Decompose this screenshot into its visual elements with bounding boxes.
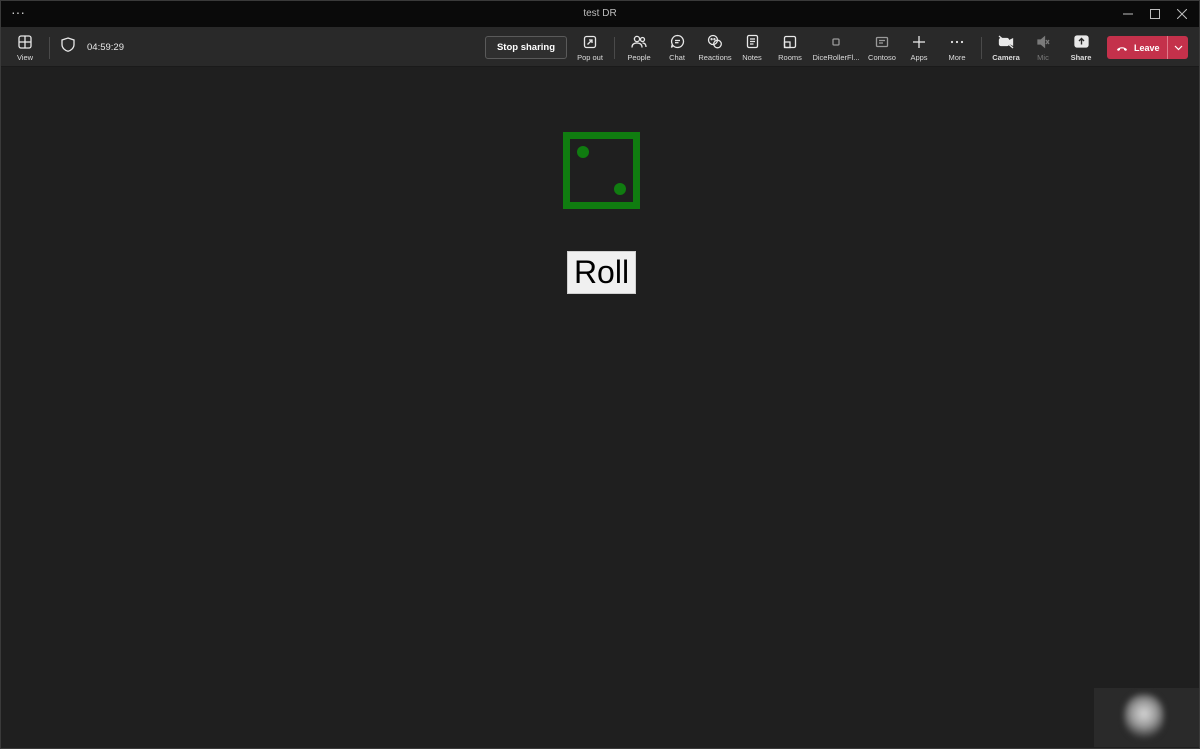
dice-face-two-icon — [563, 132, 640, 209]
camera-off-icon — [997, 33, 1015, 51]
mic-label: Mic — [1037, 52, 1049, 62]
pop-out-button[interactable]: Pop out — [574, 27, 606, 67]
maximize-button[interactable] — [1141, 1, 1168, 27]
pop-out-icon — [581, 33, 599, 51]
app-icon — [827, 33, 845, 51]
reactions-label: Reactions — [698, 52, 732, 62]
toolbar-divider — [49, 37, 50, 59]
apps-label: Apps — [910, 52, 928, 62]
chevron-down-icon — [1174, 45, 1182, 50]
leave-options-dropdown[interactable] — [1168, 36, 1188, 59]
grid-view-icon — [16, 33, 34, 51]
reactions-button[interactable]: Reactions — [697, 27, 733, 67]
notes-button[interactable]: Notes — [738, 27, 766, 67]
camera-label: Camera — [992, 52, 1020, 62]
contoso-app-button[interactable]: Contoso — [865, 27, 899, 67]
share-label: Share — [1070, 52, 1092, 62]
window-controls — [1114, 1, 1195, 27]
plus-icon — [910, 33, 928, 51]
view-label: View — [16, 52, 34, 62]
dice-roller-app-label: DiceRollerFl... — [812, 52, 860, 62]
minimize-icon — [1122, 13, 1133, 15]
meeting-timer: 04:59:29 — [61, 27, 124, 67]
people-icon — [630, 33, 648, 51]
view-button[interactable]: View — [10, 27, 40, 67]
self-video-blur — [1124, 694, 1164, 738]
chat-button[interactable]: Chat — [662, 27, 692, 67]
contoso-label: Contoso — [868, 52, 896, 62]
people-button[interactable]: People — [624, 27, 654, 67]
minimize-button[interactable] — [1114, 1, 1141, 27]
rooms-label: Rooms — [778, 52, 802, 62]
contoso-icon — [873, 33, 891, 51]
toolbar-divider — [981, 37, 982, 59]
share-button[interactable]: Share — [1066, 27, 1096, 67]
close-button[interactable] — [1168, 1, 1195, 27]
maximize-icon — [1149, 9, 1160, 19]
more-options-icon[interactable]: ··· — [11, 4, 25, 20]
title-bar: ··· test DR — [1, 1, 1199, 27]
hang-up-icon — [1116, 39, 1128, 57]
self-video-preview[interactable] — [1094, 688, 1199, 747]
camera-button[interactable]: Camera — [990, 27, 1022, 67]
reactions-icon — [706, 33, 724, 51]
chat-label: Chat — [669, 52, 685, 62]
shared-content-stage: Roll — [1, 68, 1199, 748]
teams-meeting-window: ··· test DR View 04:59:29 Stop sharing P… — [0, 0, 1200, 749]
leave-label: Leave — [1134, 42, 1160, 53]
rooms-button[interactable]: Rooms — [775, 27, 805, 67]
chat-icon — [668, 33, 686, 51]
pop-out-label: Pop out — [577, 52, 603, 62]
stop-sharing-button[interactable]: Stop sharing — [485, 36, 567, 59]
close-icon — [1176, 9, 1187, 19]
meeting-toolbar: View 04:59:29 Stop sharing Pop out Peopl… — [1, 27, 1199, 67]
mic-button[interactable]: Mic — [1029, 27, 1057, 67]
notes-icon — [743, 33, 761, 51]
window-title: test DR — [583, 8, 617, 19]
mic-muted-icon — [1034, 33, 1052, 51]
notes-label: Notes — [742, 52, 762, 62]
people-label: People — [627, 52, 651, 62]
leave-button[interactable]: Leave — [1107, 36, 1167, 59]
rooms-icon — [781, 33, 799, 51]
apps-button[interactable]: Apps — [905, 27, 933, 67]
more-horizontal-icon — [948, 33, 966, 51]
more-button[interactable]: More — [943, 27, 971, 67]
share-icon — [1072, 33, 1090, 51]
roll-button[interactable]: Roll — [567, 251, 636, 294]
timer-text: 04:59:29 — [87, 41, 124, 53]
dice-roller-app-button[interactable]: DiceRollerFl... — [811, 27, 861, 67]
more-label: More — [948, 52, 966, 62]
shield-icon — [61, 37, 75, 57]
leave-button-group: Leave — [1107, 36, 1188, 59]
toolbar-divider — [614, 37, 615, 59]
